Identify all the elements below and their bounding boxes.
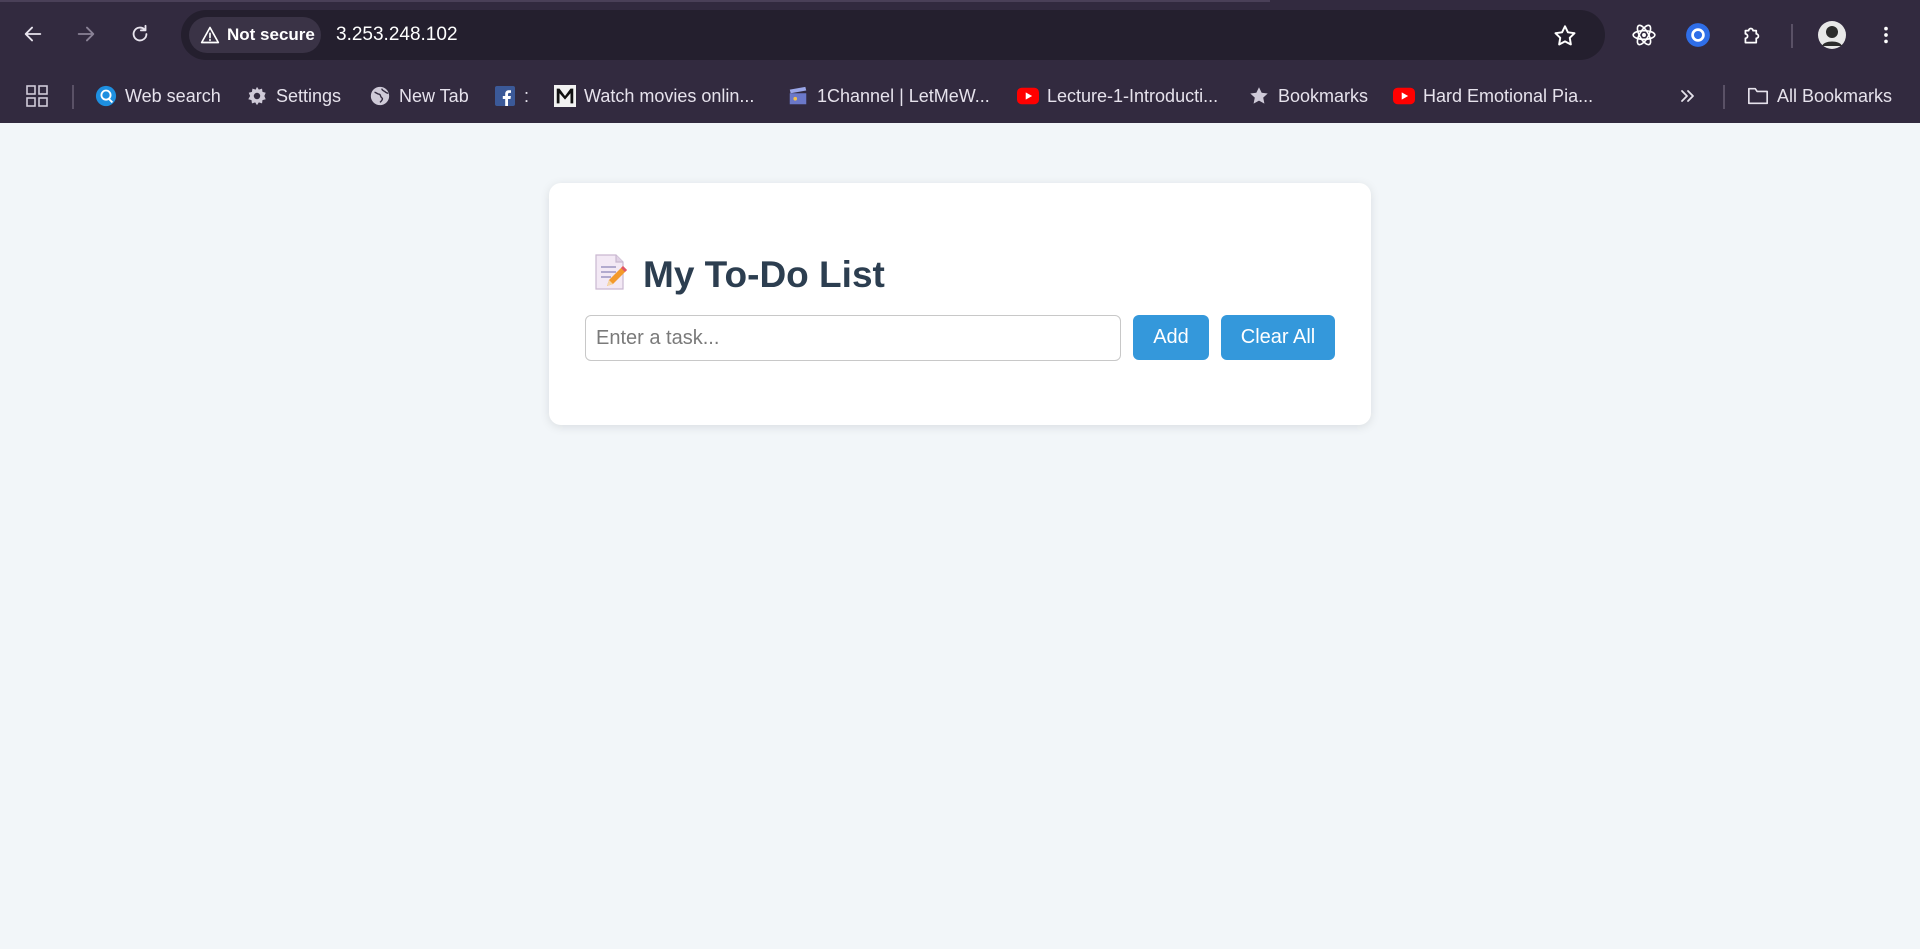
browser-menu-button[interactable] <box>1869 18 1903 52</box>
address-bar[interactable]: Not secure 3.253.248.102 <box>181 10 1605 60</box>
tab-strip-edge <box>0 0 1270 2</box>
bookmark-star-icon[interactable] <box>1552 23 1578 49</box>
bookmark-label: Web search <box>125 85 221 106</box>
bookmark-1channel[interactable]: 1Channel | LetMeW... <box>787 81 990 111</box>
arrow-right-icon <box>77 26 95 42</box>
folder-icon <box>1747 85 1769 107</box>
task-input[interactable] <box>585 315 1121 361</box>
page-title: My To-Do List <box>593 253 885 296</box>
react-devtools-button[interactable] <box>1627 18 1661 52</box>
more-bookmarks-button[interactable] <box>1677 81 1699 111</box>
circle-extension-icon <box>1686 23 1710 47</box>
clear-all-button[interactable]: Clear All <box>1221 315 1335 360</box>
add-button[interactable]: Add <box>1133 315 1209 360</box>
title-text: My To-Do List <box>643 253 885 295</box>
facebook-icon <box>494 85 516 107</box>
bookmark-label: Hard Emotional Pia... <box>1423 85 1594 106</box>
bookmark-label: 1Channel | LetMeW... <box>817 85 990 106</box>
bookmark-hard-emotional[interactable]: Hard Emotional Pia... <box>1393 81 1593 111</box>
bookmark-web-search[interactable]: Web search <box>95 81 221 111</box>
bookmark-label: Lecture-1-Introducti... <box>1047 85 1219 106</box>
bookmark-lecture[interactable]: Lecture-1-Introducti... <box>1017 81 1218 111</box>
youtube-icon <box>1017 85 1039 107</box>
bookmark-label: New Tab <box>399 85 469 106</box>
avatar <box>1818 21 1846 49</box>
all-bookmarks-button[interactable]: All Bookmarks <box>1747 81 1892 111</box>
memo-icon <box>593 253 629 296</box>
bookmarks-separator <box>1723 85 1725 109</box>
reload-button[interactable] <box>123 17 157 51</box>
bookmark-new-tab[interactable]: New Tab <box>369 81 469 111</box>
forward-button[interactable] <box>69 17 103 51</box>
security-label: Not secure <box>227 25 315 44</box>
reload-icon <box>132 24 148 42</box>
url-text[interactable]: 3.253.248.102 <box>336 24 458 46</box>
arrow-left-icon <box>24 26 42 42</box>
gear-icon <box>246 85 268 107</box>
apps-button[interactable] <box>26 81 48 111</box>
bookmark-watch-movies[interactable]: Watch movies onlin... <box>554 81 754 111</box>
apps-grid-icon <box>26 85 48 107</box>
profile-button[interactable] <box>1815 18 1849 52</box>
back-button[interactable] <box>16 17 50 51</box>
more-vert-icon <box>1884 26 1888 44</box>
bookmark-label: Bookmarks <box>1278 85 1369 106</box>
bookmark-settings[interactable]: Settings <box>246 81 341 111</box>
bookmark-label: Watch movies onlin... <box>584 85 755 106</box>
globe-icon <box>369 85 391 107</box>
react-icon <box>1632 24 1656 46</box>
bookmark-label: : <box>524 85 530 106</box>
youtube-icon <box>1393 85 1415 107</box>
bookmark-label: Settings <box>276 85 342 106</box>
double-chevron-right-icon <box>1677 85 1699 107</box>
puzzle-icon <box>1744 27 1760 44</box>
extensions-menu-button[interactable] <box>1736 18 1770 52</box>
extension-button[interactable] <box>1681 18 1715 52</box>
toolbar-separator <box>1791 24 1793 48</box>
bookmark-bookmarks-folder[interactable]: Bookmarks <box>1248 81 1368 111</box>
clapperboard-icon <box>787 85 809 107</box>
web-search-icon <box>95 85 117 107</box>
todo-card: My To-Do List Add Clear All <box>549 183 1371 425</box>
m-logo-icon <box>554 85 576 107</box>
browser-toolbar: Not secure 3.253.248.102 <box>0 0 1920 71</box>
star-icon <box>1248 85 1270 107</box>
security-chip[interactable]: Not secure <box>189 17 321 53</box>
warning-icon <box>200 26 220 44</box>
bookmark-facebook[interactable]: : <box>494 81 529 111</box>
all-bookmarks-label: All Bookmarks <box>1777 85 1893 106</box>
bookmarks-bar: Web search Settings New Tab : Watch movi… <box>0 71 1920 123</box>
bookmarks-separator <box>72 85 74 109</box>
